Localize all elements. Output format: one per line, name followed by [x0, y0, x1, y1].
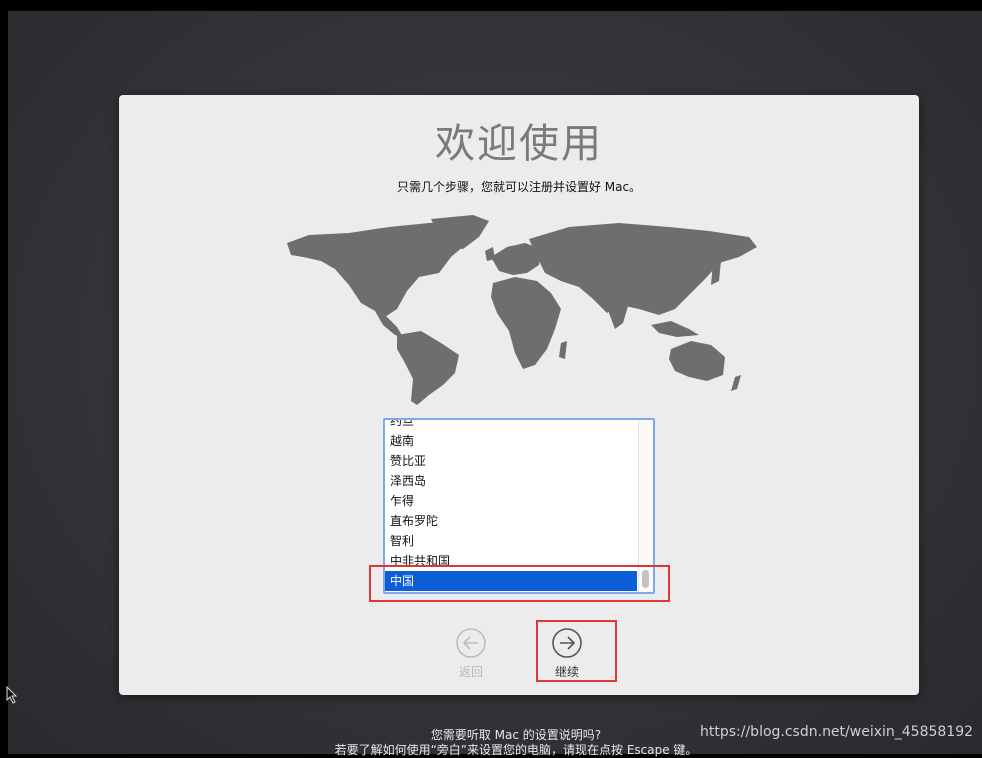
- list-item[interactable]: 约旦: [385, 420, 653, 431]
- list-item[interactable]: 智利: [385, 531, 653, 551]
- back-label: 返回: [458, 665, 483, 679]
- page-subtitle: 只需几个步骤，您就可以注册并设置好 Mac。: [396, 180, 642, 194]
- list-item[interactable]: 赞比亚: [385, 451, 653, 471]
- watermark: https://blog.csdn.net/weixin_45858192: [700, 724, 974, 740]
- screen: 欢迎使用 只需几个步骤，您就可以注册并设置好 Mac。 约旦 越南 赞比亚 泽西…: [0, 0, 982, 757]
- continue-button-highlight: [536, 620, 617, 682]
- list-item[interactable]: 泽西岛: [385, 471, 653, 491]
- mouse-pointer-icon: [6, 686, 18, 704]
- list-item[interactable]: 乍得: [385, 491, 653, 511]
- arrow-left-circle-icon: [456, 628, 486, 658]
- selected-item-highlight: [369, 565, 670, 602]
- back-button[interactable]: 返回: [441, 627, 501, 680]
- voiceover-hint: 若要了解如何使用“旁白”来设置您的电脑，请现在点按 Escape 键。: [334, 743, 698, 757]
- world-map-icon: [287, 215, 757, 405]
- list-item[interactable]: 越南: [385, 431, 653, 451]
- list-item[interactable]: 直布罗陀: [385, 511, 653, 531]
- page-title: 欢迎使用: [435, 121, 603, 167]
- setup-assistant-panel: 欢迎使用 只需几个步骤，您就可以注册并设置好 Mac。 约旦 越南 赞比亚 泽西…: [119, 95, 919, 695]
